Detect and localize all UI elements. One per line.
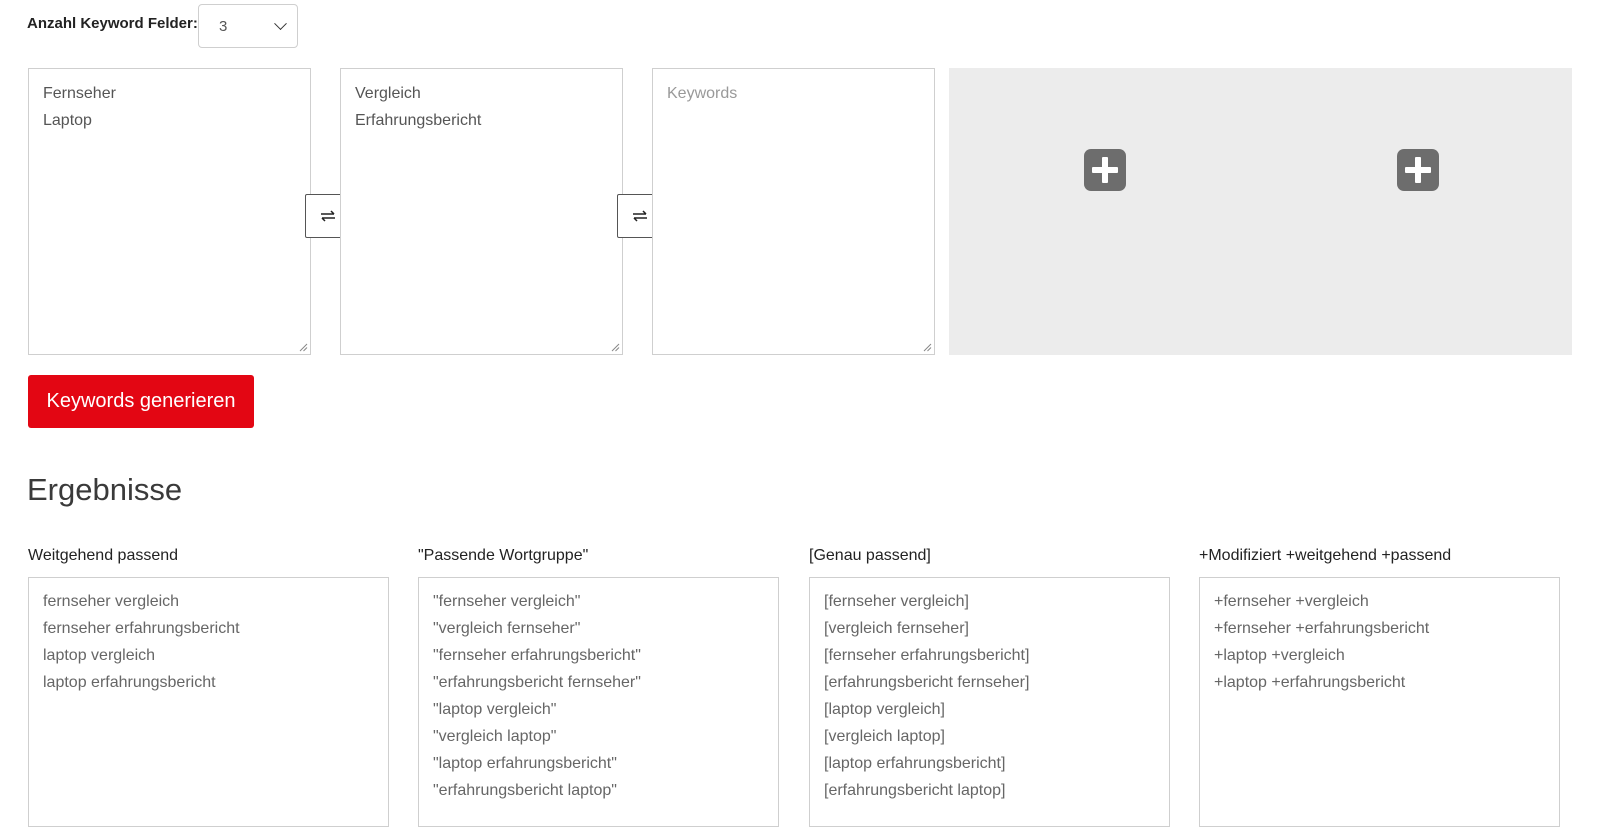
result-line: +fernseher +vergleich bbox=[1214, 593, 1369, 610]
generate-keywords-button[interactable]: Keywords generieren bbox=[28, 375, 254, 428]
result-line: [fernseher erfahrungsbericht] bbox=[824, 647, 1030, 664]
add-field-5-button[interactable] bbox=[1397, 149, 1439, 191]
result-line: [erfahrungsbericht laptop] bbox=[824, 782, 1006, 799]
keyword-count-select[interactable]: 3 bbox=[198, 4, 298, 48]
result-label-phrase: "Passende Wortgruppe" bbox=[418, 547, 589, 564]
result-line: "laptop vergleich" bbox=[433, 701, 557, 718]
swap-arrows-icon bbox=[321, 210, 335, 222]
keyword-field-placeholder: Keywords bbox=[667, 85, 738, 102]
result-box-exact[interactable]: [fernseher vergleich] [vergleich fernseh… bbox=[809, 577, 1170, 827]
result-line: [erfahrungsbericht fernseher] bbox=[824, 674, 1030, 691]
keyword-line: Vergleich bbox=[355, 85, 421, 102]
result-line: [laptop erfahrungsbericht] bbox=[824, 755, 1006, 772]
keyword-field-3[interactable]: Keywords bbox=[652, 68, 935, 355]
keyword-field-1[interactable]: Fernseher Laptop bbox=[28, 68, 311, 355]
result-line: +laptop +erfahrungsbericht bbox=[1214, 674, 1406, 691]
keyword-count-label: Anzahl Keyword Felder: bbox=[27, 15, 198, 32]
result-line: "vergleich fernseher" bbox=[433, 620, 581, 637]
result-label-broad: Weitgehend passend bbox=[28, 547, 179, 564]
result-box-modified[interactable]: +fernseher +vergleich +fernseher +erfahr… bbox=[1199, 577, 1560, 827]
result-line: laptop vergleich bbox=[43, 647, 156, 664]
keyword-field-2[interactable]: Vergleich Erfahrungsbericht bbox=[340, 68, 623, 355]
result-line: [laptop vergleich] bbox=[824, 701, 945, 718]
result-line: "fernseher vergleich" bbox=[433, 593, 581, 610]
keyword-line: Fernseher bbox=[43, 85, 116, 102]
resize-grip-icon[interactable] bbox=[611, 343, 620, 352]
keyword-count-value: 3 bbox=[219, 17, 228, 35]
swap-arrows-icon bbox=[633, 210, 647, 222]
result-line: [vergleich fernseher] bbox=[824, 620, 969, 637]
plus-square-icon-bar bbox=[1415, 157, 1421, 183]
resize-grip-icon[interactable] bbox=[923, 343, 932, 352]
keyword-line: Laptop bbox=[43, 112, 92, 129]
result-line: +laptop +vergleich bbox=[1214, 647, 1345, 664]
result-line: "erfahrungsbericht laptop" bbox=[433, 782, 617, 799]
result-label-modified: +Modifiziert +weitgehend +passend bbox=[1199, 547, 1452, 564]
result-line: fernseher erfahrungsbericht bbox=[43, 620, 240, 637]
plus-square-icon-bar bbox=[1102, 157, 1108, 183]
result-line: "laptop erfahrungsbericht" bbox=[433, 755, 617, 772]
result-box-broad[interactable]: fernseher vergleich fernseher erfahrungs… bbox=[28, 577, 389, 827]
resize-grip-icon[interactable] bbox=[299, 343, 308, 352]
result-line: fernseher vergleich bbox=[43, 593, 180, 610]
result-line: "fernseher erfahrungsbericht" bbox=[433, 647, 641, 664]
result-label-exact: [Genau passend] bbox=[809, 547, 931, 564]
result-box-phrase[interactable]: "fernseher vergleich" "vergleich fernseh… bbox=[418, 577, 779, 827]
result-line: [fernseher vergleich] bbox=[824, 593, 969, 610]
result-line: +fernseher +erfahrungsbericht bbox=[1214, 620, 1430, 637]
result-line: [vergleich laptop] bbox=[824, 728, 945, 745]
keyword-line: Erfahrungsbericht bbox=[355, 112, 482, 129]
results-heading: Ergebnisse bbox=[27, 472, 183, 507]
add-field-4-button[interactable] bbox=[1084, 149, 1126, 191]
result-line: "erfahrungsbericht fernseher" bbox=[433, 674, 641, 691]
add-field-area bbox=[949, 68, 1572, 355]
chevron-down-icon bbox=[274, 16, 287, 30]
result-line: laptop erfahrungsbericht bbox=[43, 674, 216, 691]
result-line: "vergleich laptop" bbox=[433, 728, 557, 745]
